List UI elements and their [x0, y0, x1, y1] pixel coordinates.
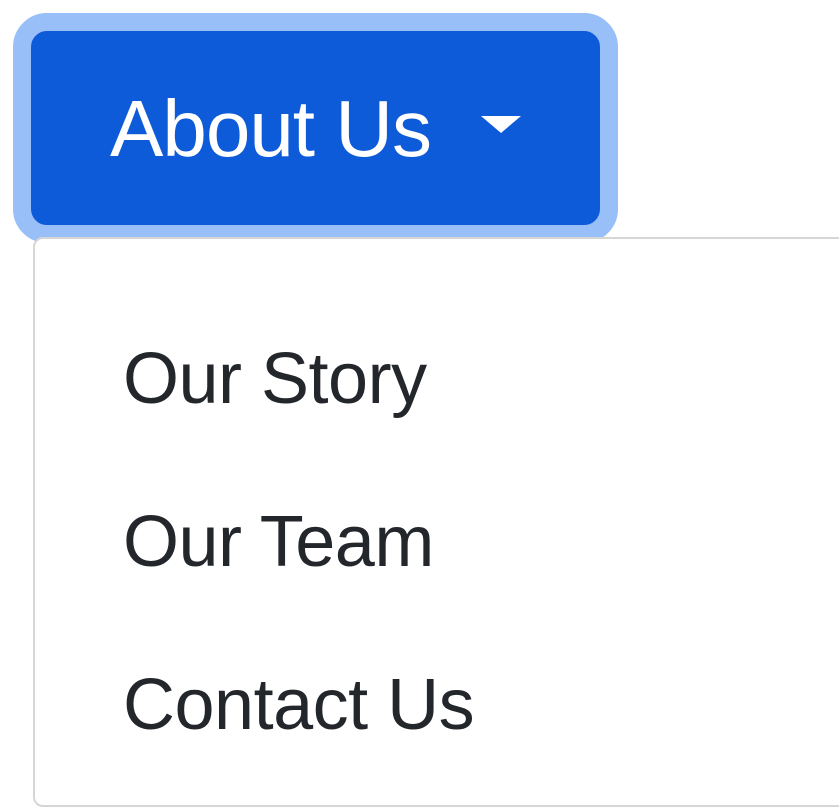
- menu-item-our-team[interactable]: Our Team: [35, 460, 839, 623]
- dropdown-stage: About Us Our Story Our Team Contact Us: [0, 0, 839, 810]
- menu-item-contact-us[interactable]: Contact Us: [35, 623, 839, 786]
- about-us-dropdown-button[interactable]: About Us: [13, 13, 618, 243]
- dropdown-toggle-label: About Us: [109, 84, 432, 173]
- dropdown-toggle-content: About Us: [109, 84, 522, 173]
- caret-down-icon: [481, 115, 522, 133]
- dropdown-menu: Our Story Our Team Contact Us: [33, 237, 839, 807]
- menu-item-our-story[interactable]: Our Story: [35, 297, 839, 460]
